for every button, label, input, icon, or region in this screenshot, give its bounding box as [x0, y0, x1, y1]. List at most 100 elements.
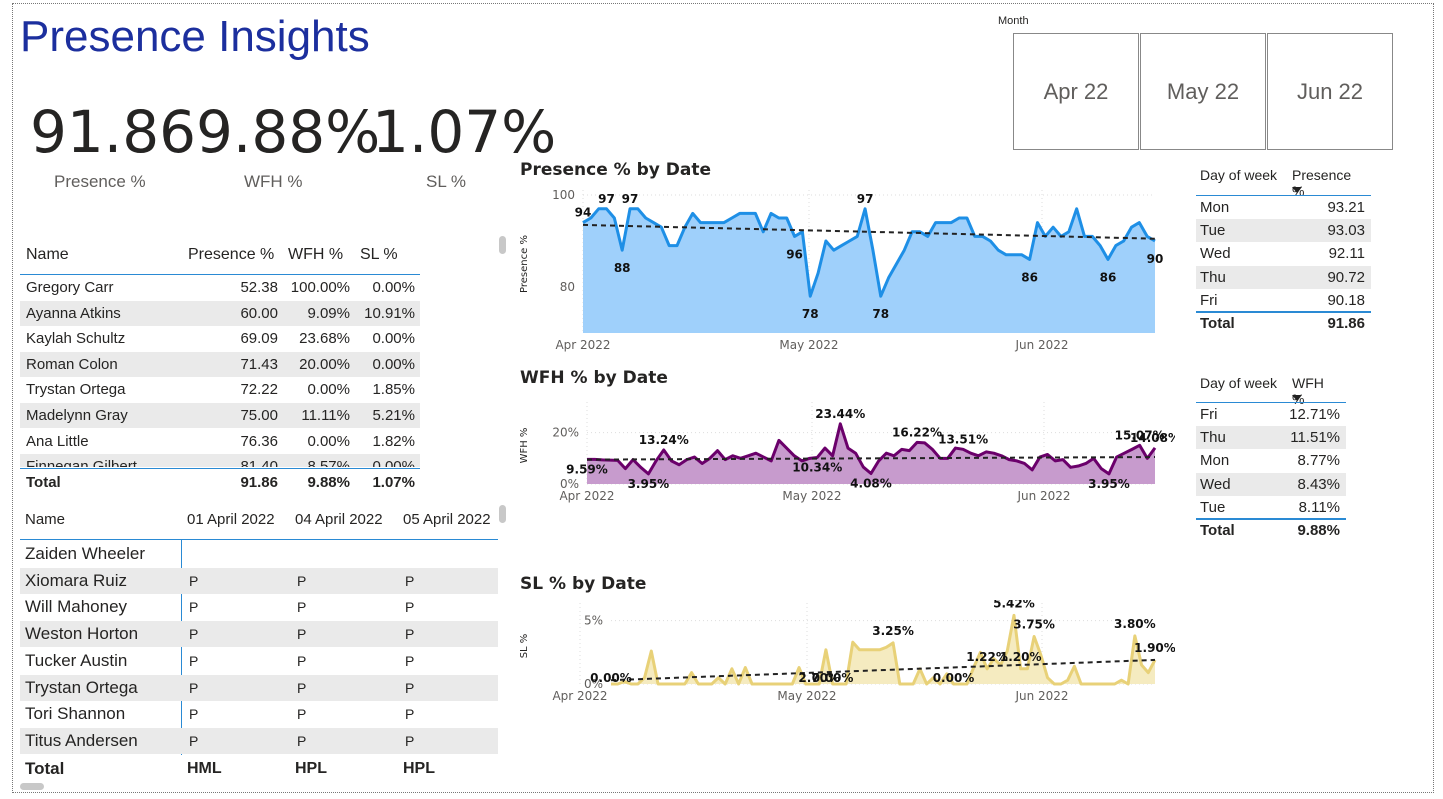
matrix-row[interactable]: Will Mahoney P P P — [20, 594, 498, 620]
matrix-header-name-label: Name — [25, 510, 66, 528]
table-row[interactable]: Roman Colon 71.43 20.00% 0.00% — [20, 351, 420, 377]
cell-sl: 1.85% — [372, 381, 415, 399]
cell-name: Ayanna Atkins — [26, 304, 121, 322]
cell-wfh: 0.00% — [307, 381, 350, 399]
total-wfh: 9.88% — [307, 474, 350, 491]
total-label: Total — [26, 474, 61, 491]
month-option-jun[interactable]: Jun 22 — [1267, 33, 1393, 150]
data-label: 0.00% — [590, 671, 632, 685]
data-label: 97 — [857, 192, 874, 206]
matrix-cell-day-2: P — [297, 599, 307, 616]
data-label: 1.20% — [1000, 650, 1042, 664]
matrix-vertical-scrollbar[interactable] — [499, 505, 506, 523]
data-label: 3.25% — [872, 624, 914, 638]
x-tick-label: May 2022 — [777, 689, 836, 703]
cell-name: Trystan Ortega — [26, 381, 126, 399]
total-presence: 91.86 — [240, 474, 278, 491]
cell-sl: 1.82% — [372, 432, 415, 450]
matrix-header-date-2[interactable]: 04 April 2022 — [290, 511, 398, 528]
day-row[interactable]: Thu 90.72 — [1196, 265, 1371, 289]
table-row[interactable]: Finnegan Gilbert 81.40 8.57% 0.00% — [20, 454, 420, 467]
matrix-cell-day-1: P — [189, 706, 199, 723]
matrix-row[interactable]: Xiomara Ruiz P P P — [20, 567, 498, 594]
cell-wfh: 100.00% — [290, 279, 350, 296]
month-option-apr[interactable]: Apr 22 — [1013, 33, 1139, 150]
data-label: 13.51% — [938, 432, 988, 446]
day-row[interactable]: Wed 8.43% — [1196, 472, 1346, 496]
matrix-cell-day-1: P — [189, 626, 199, 643]
matrix-row[interactable]: Zaiden Wheeler — [20, 541, 498, 567]
table-row[interactable]: Ana Little 76.36 0.00% 1.82% — [20, 429, 420, 454]
column-header-sl[interactable]: SL % — [355, 246, 420, 264]
table-row[interactable]: Madelynn Gray 75.00 11.11% 5.21% — [20, 403, 420, 428]
cell-presence: 52.38 — [240, 279, 278, 296]
day-row[interactable]: Tue 93.03 — [1196, 219, 1371, 243]
data-label: 0.00% — [812, 671, 854, 685]
matrix-cell-day-1: P — [189, 572, 199, 589]
matrix-cell-name: Titus Andersen — [25, 730, 138, 750]
cell-sl: 10.91% — [364, 304, 415, 322]
day-name: Wed — [1200, 245, 1231, 263]
cell-wfh: 9.09% — [307, 304, 350, 322]
presence-by-date-chart: 80 100 Apr 2022 May 2022 Jun 2022 Presence % 9… — [519, 188, 1163, 352]
data-label: 1.90% — [1134, 641, 1175, 655]
data-label: 0.00% — [933, 671, 975, 685]
matrix-row[interactable]: Weston Horton P P P — [20, 621, 498, 648]
day-name: Fri — [1200, 291, 1218, 309]
matrix-cell-day-3: P — [405, 652, 415, 669]
presence-day-header-day[interactable]: Day of week — [1196, 167, 1286, 183]
y-axis-label: WFH % — [519, 428, 530, 464]
matrix-row[interactable]: Titus Andersen P P P — [20, 727, 498, 754]
day-row[interactable]: Mon 93.21 — [1196, 196, 1371, 219]
employee-table-scrollbar[interactable] — [499, 236, 506, 254]
matrix-cell-day-2: P — [297, 572, 307, 589]
cell-presence: 72.22 — [240, 381, 278, 399]
matrix-cell-day-3: P — [405, 732, 415, 749]
matrix-cell-day-3: P — [405, 626, 415, 643]
cell-wfh: 11.11% — [301, 407, 350, 424]
employee-table: Name Presence % WFH % SL % Gregory Carr 5… — [20, 236, 440, 496]
matrix-cell-day-1: P — [189, 679, 199, 696]
presence-by-day-table: Day of week Presence % Mon 93.21 Tue 93.03 W… — [1196, 164, 1376, 336]
table-row[interactable]: Trystan Ortega 72.22 0.00% 1.85% — [20, 377, 420, 402]
matrix-row[interactable]: Tucker Austin P P P — [20, 648, 498, 674]
wfh-day-header: Day of week WFH % — [1196, 372, 1346, 407]
table-row[interactable]: Gregory Carr 52.38 100.00% 0.00% — [20, 275, 420, 300]
cell-wfh: 8.57% — [307, 458, 350, 467]
column-header-wfh[interactable]: WFH % — [283, 246, 355, 264]
matrix-cell-day-2: P — [297, 652, 307, 669]
wfh-day-total-label: Total — [1200, 522, 1235, 539]
table-header: Name Presence % WFH % SL % — [20, 238, 420, 272]
data-label: 3.80% — [1114, 617, 1156, 631]
day-value: 8.11% — [1298, 498, 1340, 516]
kpi-wfh-value: 9.88% — [196, 98, 381, 166]
matrix-header-name[interactable]: Name — [20, 511, 182, 528]
matrix-header-date-3[interactable]: 05 April 2022 — [398, 511, 498, 528]
column-header-presence[interactable]: Presence % — [183, 246, 283, 264]
matrix-cell-name: Will Mahoney — [25, 597, 128, 617]
day-row[interactable]: Wed 92.11 — [1196, 242, 1371, 265]
day-row[interactable]: Thu 11.51% — [1196, 426, 1346, 450]
day-row[interactable]: Tue 8.11% — [1196, 496, 1346, 519]
cell-sl: 5.21% — [372, 407, 415, 424]
matrix-row[interactable]: Tori Shannon P P P — [20, 701, 498, 727]
data-label: 3.95% — [628, 477, 670, 491]
report-canvas: Presence Insights 91.86 Presence % 9.88%… — [0, 0, 1443, 799]
column-header-name[interactable]: Name — [20, 246, 183, 264]
matrix-row[interactable]: Trystan Ortega P P P — [20, 674, 498, 701]
data-label: 97 — [622, 192, 639, 206]
matrix-horizontal-scrollbar[interactable] — [20, 783, 44, 790]
wfh-day-header-day[interactable]: Day of week — [1196, 375, 1286, 391]
sl-by-date-chart: 0%5%Apr 2022 May 2022 Jun 2022SL %0.00% 2.7… — [519, 600, 1175, 703]
table-row[interactable]: Kaylah Schultz 69.09 23.68% 0.00% — [20, 326, 420, 351]
table-row[interactable]: Ayanna Atkins 60.00 9.09% 10.91% — [20, 300, 420, 326]
matrix-header-date-1[interactable]: 01 April 2022 — [182, 511, 290, 528]
day-name: Fri — [1200, 406, 1218, 423]
month-option-may[interactable]: May 22 — [1140, 33, 1266, 150]
matrix-total-label: Total — [25, 759, 65, 778]
cell-name: Finnegan Gilbert — [26, 458, 137, 467]
matrix-cell-day-3: P — [405, 679, 415, 696]
day-row[interactable]: Fri 12.71% — [1196, 403, 1346, 426]
day-row[interactable]: Mon 8.77% — [1196, 449, 1346, 472]
day-row[interactable]: Fri 90.18 — [1196, 289, 1371, 312]
